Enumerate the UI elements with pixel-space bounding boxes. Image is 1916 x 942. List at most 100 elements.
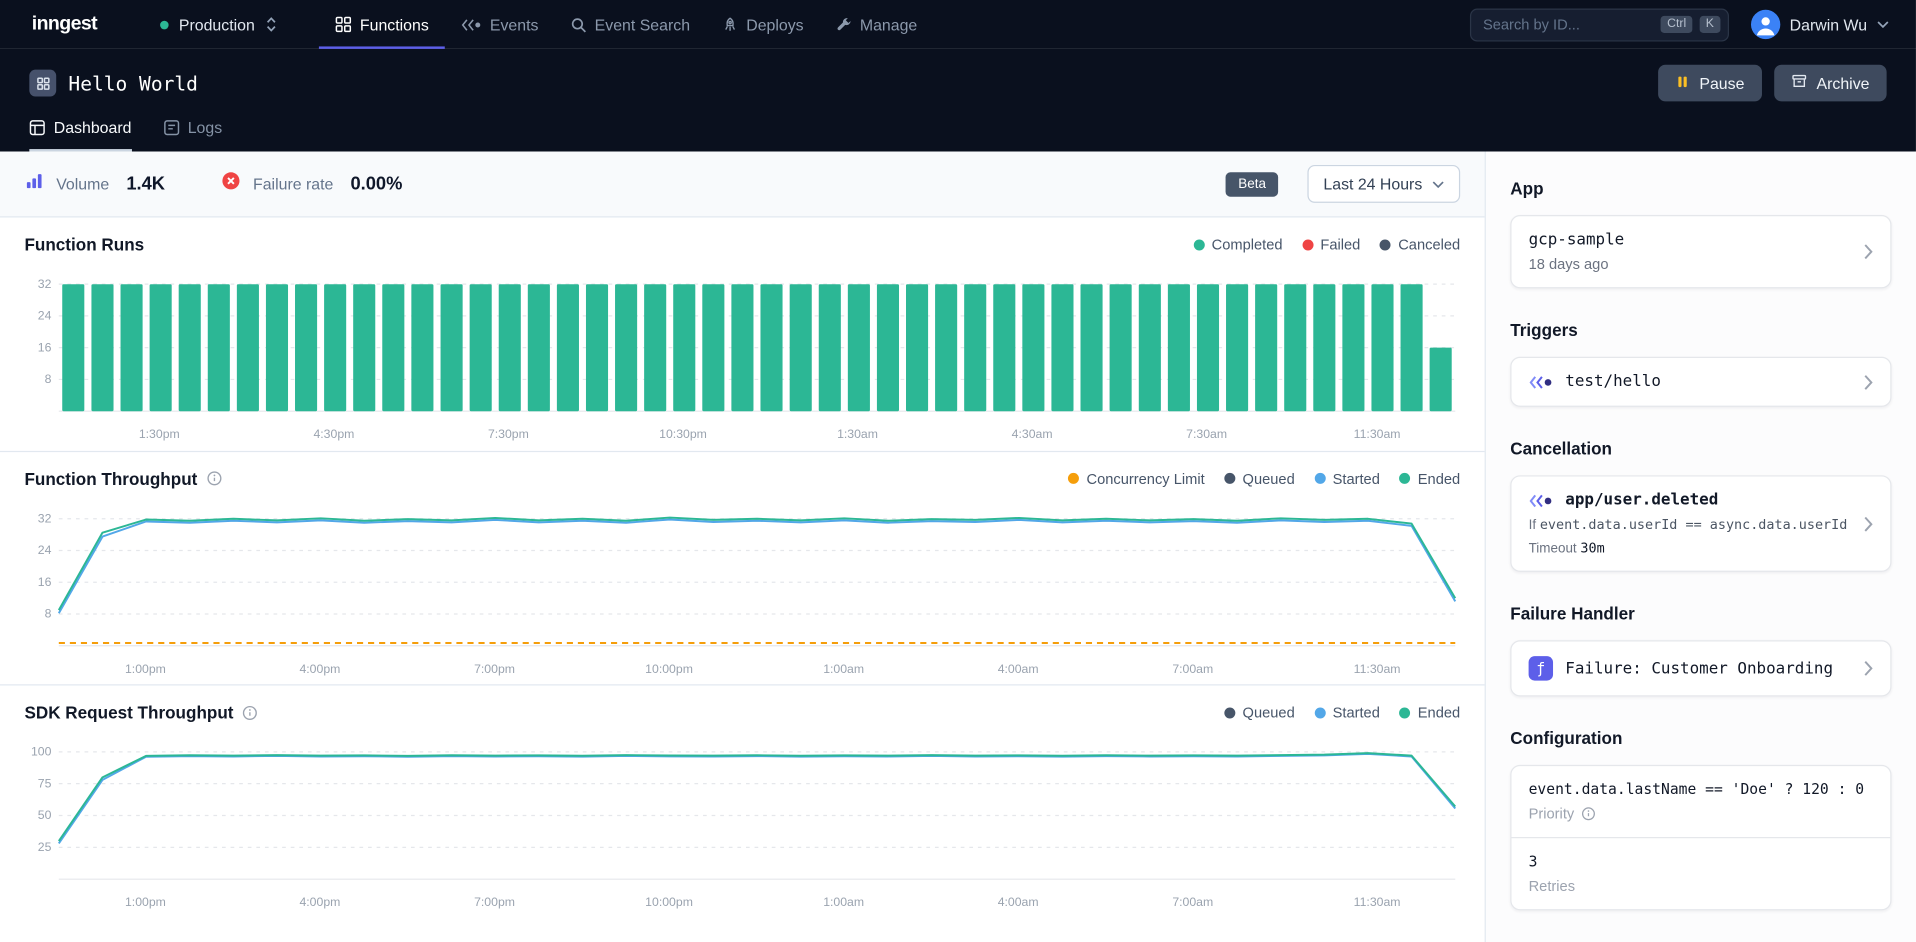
nav-label: Event Search [595,15,690,33]
svg-text:10:00pm: 10:00pm [645,896,693,910]
chart-legend: Queued Started Ended [1224,704,1460,721]
legend-item[interactable]: Failed [1302,236,1360,253]
legend-item[interactable]: Ended [1399,470,1460,487]
nav-label: Manage [860,15,917,33]
function-tabs: Dashboard Logs [29,119,1886,152]
chart-legend: Concurrency Limit Queued Started Ended [1068,470,1460,487]
cancellation-card[interactable]: app/user.deleted If event.data.userId ==… [1510,475,1891,572]
svg-text:7:00am: 7:00am [1172,896,1213,910]
legend-dot [1193,239,1204,250]
legend-dot [1314,707,1325,718]
dashboard-content: Volume 1.4K Failure rate 0.00% Beta Last… [0,152,1485,942]
retries-block: 3 Retries [1511,837,1890,909]
functions-icon [334,16,351,33]
inngest-logo[interactable]: inngest [0,0,109,49]
legend-item[interactable]: Ended [1399,704,1460,721]
legend-item[interactable]: Canceled [1380,236,1460,253]
user-menu[interactable]: Darwin Wu [1751,10,1889,39]
legend-dot [1068,473,1079,484]
triggers-section: Triggers test/hello [1510,320,1891,407]
search-input[interactable] [1483,16,1654,33]
kbd-k: K [1700,16,1720,33]
nav-item-deploys[interactable]: Deploys [706,0,820,49]
legend-item[interactable]: Concurrency Limit [1068,470,1204,487]
svg-text:8: 8 [45,606,52,620]
tab-dashboard[interactable]: Dashboard [29,119,131,152]
legend-label: Queued [1243,704,1295,721]
environment-label: Production [179,15,255,33]
cancellation-event-name: app/user.deleted [1565,491,1718,509]
tab-label: Dashboard [54,119,132,137]
legend-item[interactable]: Queued [1224,470,1295,487]
legend-dot [1302,239,1313,250]
chevron-right-icon [1863,243,1873,260]
svg-text:50: 50 [38,809,52,823]
user-name: Darwin Wu [1790,15,1867,33]
legend-label: Ended [1418,704,1460,721]
failure-rate-value: 0.00% [350,174,402,195]
retries-value: 3 [1529,853,1874,870]
function-throughput-section: Function Throughput Concurrency LimitQue… [0,452,1485,686]
svg-text:1:30am: 1:30am [837,427,878,441]
svg-text:32: 32 [38,277,52,291]
svg-text:1:00pm: 1:00pm [125,896,166,910]
legend-item[interactable]: Completed [1193,236,1282,253]
nav-label: Events [490,15,539,33]
section-heading: Failure Handler [1510,604,1891,624]
time-range-dropdown[interactable]: Last 24 Hours [1308,165,1461,203]
event-icon [1529,375,1553,390]
pause-button[interactable]: Pause [1658,65,1762,102]
legend-label: Queued [1243,470,1295,487]
chart-title: SDK Request Throughput [24,703,233,723]
archive-button[interactable]: Archive [1774,65,1887,102]
svg-text:1:00am: 1:00am [823,896,864,910]
failure-handler-card[interactable]: ƒ Failure: Customer Onboarding [1510,640,1891,696]
chevron-down-icon [1877,21,1889,28]
legend-dot [1224,707,1235,718]
legend-label: Concurrency Limit [1086,470,1204,487]
svg-text:4:00am: 4:00am [998,661,1039,675]
svg-text:10:30pm: 10:30pm [659,427,707,441]
section-heading: App [1510,178,1891,198]
svg-text:7:00pm: 7:00pm [474,896,515,910]
legend-item[interactable]: Started [1314,470,1380,487]
section-heading: Triggers [1510,320,1891,340]
app-root: inngest Production Functions Events [0,0,1916,942]
nav-item-event-search[interactable]: Event Search [554,0,706,49]
trigger-card[interactable]: test/hello [1510,357,1891,407]
pause-icon [1675,74,1690,92]
chevron-right-icon [1863,373,1873,390]
tab-logs[interactable]: Logs [163,119,222,152]
svg-text:7:00am: 7:00am [1172,661,1213,675]
info-icon[interactable] [242,705,258,721]
event-icon [1529,493,1553,508]
configuration-card: event.data.lastName == 'Doe' ? 120 : 0 P… [1510,765,1891,910]
avatar [1751,10,1780,39]
priority-expression: event.data.lastName == 'Doe' ? 120 : 0 [1529,781,1874,798]
app-card[interactable]: gcp-sample 18 days ago [1510,215,1891,288]
legend-item[interactable]: Queued [1224,704,1295,721]
top-navbar: inngest Production Functions Events [0,0,1916,49]
function-runs-section: Function Runs CompletedFailedCanceled 81… [0,217,1485,451]
nav-item-events[interactable]: Events [445,0,555,49]
nav-item-manage[interactable]: Manage [820,0,934,49]
legend-label: Failed [1320,236,1360,253]
svg-text:11:30am: 11:30am [1354,661,1401,675]
section-heading: Configuration [1510,728,1891,748]
svg-text:100: 100 [31,745,52,759]
info-icon[interactable] [1582,806,1597,821]
svg-text:1:00am: 1:00am [823,661,864,675]
svg-text:24: 24 [38,543,52,557]
svg-text:4:00pm: 4:00pm [299,661,340,675]
page-title: Hello World [68,71,197,94]
nav-item-functions[interactable]: Functions [318,0,444,49]
chart-canvas: 81624321:00pm4:00pm7:00pm10:00pm1:00am4:… [24,496,1460,680]
failure-handler-name: Failure: Customer Onboarding [1565,659,1833,677]
svg-text:24: 24 [38,309,52,323]
environment-selector[interactable]: Production [146,0,292,49]
legend-item[interactable]: Started [1314,704,1380,721]
info-icon[interactable] [206,471,222,487]
volume-value: 1.4K [126,174,165,195]
svg-text:11:30am: 11:30am [1354,427,1401,441]
environment-status-dot [161,20,170,29]
